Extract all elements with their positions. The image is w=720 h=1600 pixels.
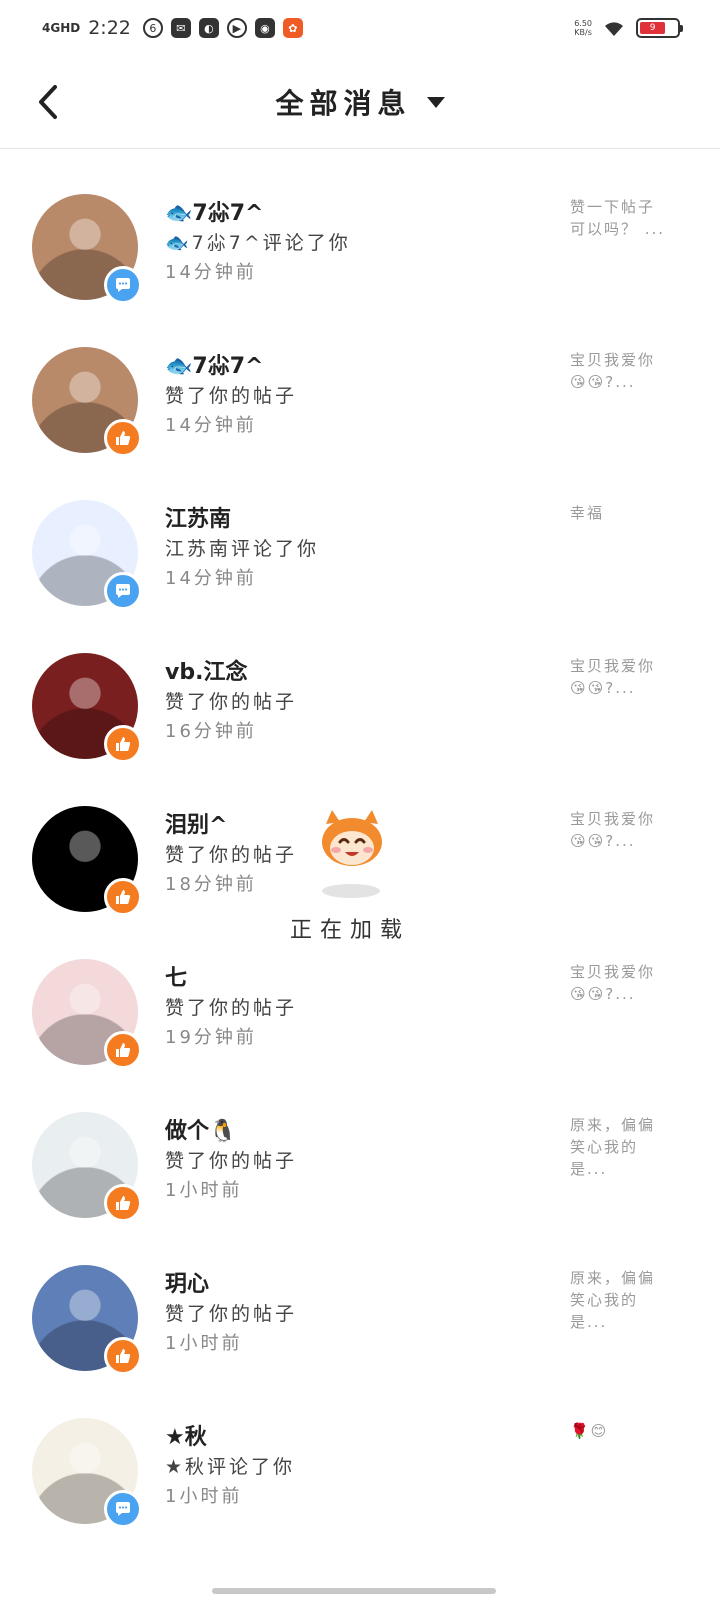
comment-bubble-icon [116, 584, 130, 598]
header: 全部消息 [0, 56, 720, 149]
notification-action: 赞了你的帖子 [165, 385, 298, 407]
thumbs-up-icon [116, 1349, 131, 1363]
post-preview[interactable]: 幸福 [570, 502, 670, 524]
caret-down-icon [426, 96, 445, 108]
thumbs-up-icon [116, 890, 131, 904]
notification-time: 1小时前 [165, 1486, 243, 1507]
notification-time: 14分钟前 [165, 568, 257, 589]
post-preview[interactable]: 宝贝我爱你 😘😘?... [570, 655, 670, 699]
post-preview[interactable]: 🌹😊 [570, 1420, 670, 1442]
notification-action: 江苏南评论了你 [165, 538, 320, 560]
loading-shadow [322, 884, 380, 898]
thumbs-up-icon [116, 431, 131, 445]
battery-level: 9 [640, 22, 666, 34]
store-notification-icon: ✿ [282, 18, 303, 38]
notification-time: 19分钟前 [165, 1027, 257, 1048]
comment-bubble-icon [116, 1502, 130, 1516]
like-badge [104, 878, 142, 916]
post-preview[interactable]: 宝贝我爱你 😘😘?... [570, 961, 670, 1005]
status-right: 6.50 KB/s 9 [574, 18, 683, 38]
post-preview[interactable]: 原来，偏偏 笑心我的 是... [570, 1114, 670, 1180]
notification-time: 18分钟前 [165, 874, 257, 895]
like-badge [104, 1184, 142, 1222]
play-notification-icon: ▶ [226, 18, 247, 38]
notification-row[interactable]: vb.江念赞了你的帖子 16分钟前 宝贝我爱你 😘😘?... [0, 609, 720, 763]
page-title: 全部消息 [275, 87, 412, 120]
notification-action: 赞了你的帖子 [165, 1303, 298, 1325]
notification-action: 赞了你的帖子 [165, 997, 298, 1019]
notification-time: 1小时前 [165, 1180, 243, 1201]
sender-name: ★秋 [165, 1425, 207, 1450]
status-left: 4GHD 2:22 6 ✉ ◐ ▶ ◉ ✿ [42, 17, 303, 39]
notification-row[interactable]: 玥心赞了你的帖子 1小时前 原来，偏偏 笑心我的 是... [0, 1221, 720, 1375]
notification-action: 赞了你的帖子 [165, 1150, 298, 1172]
notification-row[interactable]: 做个🐧 赞了你的帖子 1小时前 原来，偏偏 笑心我的 是... [0, 1068, 720, 1222]
sender-name: 江苏南 [165, 507, 232, 532]
post-preview[interactable]: 宝贝我爱你 😘😘?... [570, 349, 670, 393]
thumbs-up-icon [116, 737, 131, 751]
comment-badge [104, 266, 142, 304]
monkey-mascot-icon [322, 810, 382, 866]
post-preview[interactable]: 赞一下帖子 可以吗？ ... [570, 196, 670, 240]
notification-time: 1小时前 [165, 1333, 243, 1354]
clock: 2:22 [88, 17, 131, 39]
network-indicator: 4GHD [42, 21, 81, 35]
sender-name: 泪别^ [165, 813, 228, 838]
status-bar: 4GHD 2:22 6 ✉ ◐ ▶ ◉ ✿ 6.50 KB/s 9 [0, 0, 720, 56]
notification-action: 赞了你的帖子 [165, 691, 298, 713]
comment-bubble-icon [116, 278, 130, 292]
loading-text: 正在加载 [289, 918, 410, 943]
like-badge [104, 725, 142, 763]
sender-name: 七 [165, 966, 188, 991]
sender-name: 做个🐧 [165, 1119, 237, 1144]
planet-notification-icon: ◐ [198, 18, 219, 38]
wifi-icon [605, 22, 623, 36]
notification-action: 🐟7尛7^评论了你 [165, 232, 351, 254]
like-badge [104, 1031, 142, 1069]
loading-indicator: 正在加载 [280, 800, 420, 950]
notification-row[interactable]: ★秋 ★秋评论了你 1小时前 🌹😊 [0, 1374, 720, 1528]
post-preview[interactable]: 宝贝我爱你 😘😘?... [570, 808, 670, 852]
notification-time: 14分钟前 [165, 262, 257, 283]
network-speed: 6.50 KB/s [574, 19, 592, 37]
notification-row[interactable]: 🐟7尛7^ 🐟7尛7^评论了你 14分钟前 赞一下帖子 可以吗？ ... [0, 150, 720, 304]
sender-name: 🐟7尛7^ [165, 201, 264, 226]
like-badge [104, 419, 142, 457]
wechat-notification-icon: ◉ [254, 18, 275, 38]
comment-badge [104, 1490, 142, 1528]
thumbs-up-icon [116, 1043, 131, 1057]
notification-row[interactable]: 🐟7尛7^ 赞了你的帖子 14分钟前 宝贝我爱你 😘😘?... [0, 303, 720, 457]
notification-action: ★秋评论了你 [165, 1456, 296, 1478]
sender-name: vb.江念 [165, 660, 248, 685]
like-badge [104, 1337, 142, 1375]
comment-badge [104, 572, 142, 610]
sender-name: 玥心 [165, 1272, 210, 1297]
app-notification-icon: 6 [142, 18, 163, 38]
notification-time: 16分钟前 [165, 721, 257, 742]
message-notification-icon: ✉ [170, 18, 191, 38]
notification-time: 14分钟前 [165, 415, 257, 436]
home-indicator[interactable] [212, 1588, 496, 1594]
post-preview[interactable]: 原来，偏偏 笑心我的 是... [570, 1267, 670, 1333]
sender-name: 🐟7尛7^ [165, 354, 264, 379]
title-dropdown[interactable]: 全部消息 [0, 82, 720, 122]
notification-row[interactable]: 江苏南江苏南评论了你 14分钟前 幸福 [0, 456, 720, 610]
thumbs-up-icon [116, 1196, 131, 1210]
notification-action: 赞了你的帖子 [165, 844, 298, 866]
battery-icon: 9 [636, 18, 683, 38]
